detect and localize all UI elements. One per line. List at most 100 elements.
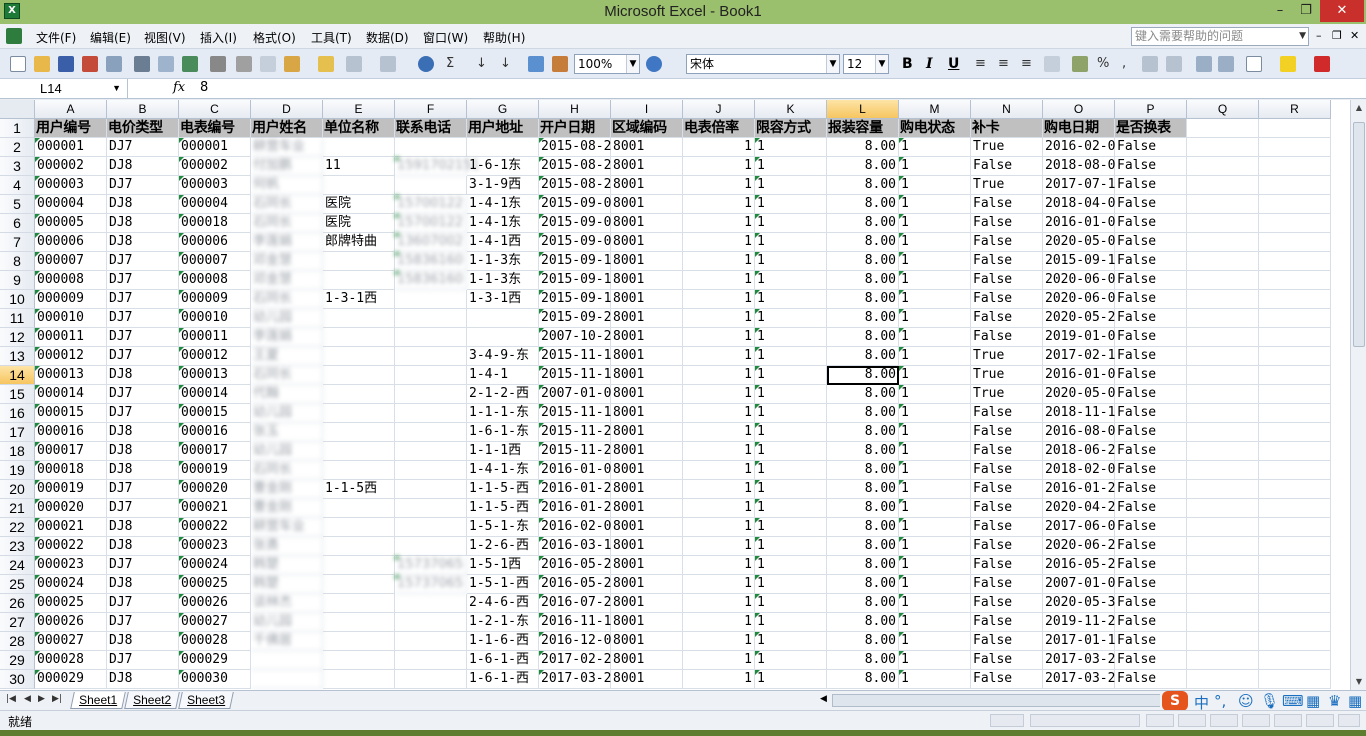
cell-a19[interactable]: 000018 bbox=[35, 461, 107, 480]
cell-i14[interactable]: 8001 bbox=[611, 366, 683, 385]
cell-n2[interactable]: True bbox=[971, 138, 1043, 157]
cell-b22[interactable]: DJ8 bbox=[107, 518, 179, 537]
cell-f3[interactable]: 1591702151 bbox=[395, 157, 480, 176]
decrease-decimal-icon[interactable] bbox=[1166, 56, 1182, 72]
menu-data[interactable]: 数据(D) bbox=[366, 29, 409, 46]
cell-l6[interactable]: 8.00 bbox=[827, 214, 899, 233]
cell-d16[interactable]: 幼儿园 bbox=[251, 404, 323, 423]
cell-b19[interactable]: DJ8 bbox=[107, 461, 179, 480]
cell-a18[interactable]: 000017 bbox=[35, 442, 107, 461]
cell-g18[interactable]: 1-1-1西 bbox=[467, 442, 539, 461]
cell-h27[interactable]: 2016-11-1 bbox=[539, 613, 611, 632]
cell-o1[interactable]: 购电日期 bbox=[1043, 119, 1115, 138]
cell-h24[interactable]: 2016-05-2 bbox=[539, 556, 611, 575]
cell-r10[interactable] bbox=[1259, 290, 1331, 309]
prev-sheet-icon[interactable]: ◀ bbox=[24, 694, 31, 704]
cell-c19[interactable]: 000019 bbox=[179, 461, 251, 480]
cell-k22[interactable]: 1 bbox=[755, 518, 827, 537]
cell-p26[interactable]: False bbox=[1115, 594, 1187, 613]
row-header-3[interactable]: 3 bbox=[0, 157, 35, 176]
cell-q17[interactable] bbox=[1187, 423, 1259, 442]
cell-o8[interactable]: 2015-09-1 bbox=[1043, 252, 1115, 271]
cell-i9[interactable]: 8001 bbox=[611, 271, 683, 290]
cell-c2[interactable]: 000001 bbox=[179, 138, 251, 157]
cell-q29[interactable] bbox=[1187, 651, 1259, 670]
cell-k19[interactable]: 1 bbox=[755, 461, 827, 480]
cell-i20[interactable]: 8001 bbox=[611, 480, 683, 499]
cell-c17[interactable]: 000016 bbox=[179, 423, 251, 442]
cell-j16[interactable]: 1 bbox=[683, 404, 755, 423]
cell-n19[interactable]: False bbox=[971, 461, 1043, 480]
cell-i18[interactable]: 8001 bbox=[611, 442, 683, 461]
cell-k20[interactable]: 1 bbox=[755, 480, 827, 499]
cell-e13[interactable] bbox=[323, 347, 395, 366]
cell-h12[interactable]: 2007-10-2 bbox=[539, 328, 611, 347]
align-center-icon[interactable]: ≡ bbox=[998, 56, 1009, 71]
cell-k30[interactable]: 1 bbox=[755, 670, 827, 689]
cell-r4[interactable] bbox=[1259, 176, 1331, 195]
cell-f14[interactable] bbox=[395, 366, 467, 385]
print-icon[interactable] bbox=[134, 56, 150, 72]
cell-f23[interactable] bbox=[395, 537, 467, 556]
cell-j29[interactable]: 1 bbox=[683, 651, 755, 670]
cell-a11[interactable]: 000010 bbox=[35, 309, 107, 328]
cell-g15[interactable]: 2-1-2-西 bbox=[467, 385, 539, 404]
cell-r11[interactable] bbox=[1259, 309, 1331, 328]
cell-f29[interactable] bbox=[395, 651, 467, 670]
cell-m21[interactable]: 1 bbox=[899, 499, 971, 518]
punctuation-icon[interactable]: °, bbox=[1214, 692, 1226, 710]
cell-c11[interactable]: 000010 bbox=[179, 309, 251, 328]
row-header-30[interactable]: 30 bbox=[0, 670, 35, 689]
cell-e11[interactable] bbox=[323, 309, 395, 328]
cell-f8[interactable]: 15836160 bbox=[395, 252, 467, 271]
cell-e26[interactable] bbox=[323, 594, 395, 613]
cell-h13[interactable]: 2015-11-1 bbox=[539, 347, 611, 366]
column-header-l[interactable]: L bbox=[827, 100, 899, 119]
cell-n15[interactable]: True bbox=[971, 385, 1043, 404]
cell-j5[interactable]: 1 bbox=[683, 195, 755, 214]
cell-q4[interactable] bbox=[1187, 176, 1259, 195]
cell-l8[interactable]: 8.00 bbox=[827, 252, 899, 271]
cell-k3[interactable]: 1 bbox=[755, 157, 827, 176]
cell-i2[interactable]: 8001 bbox=[611, 138, 683, 157]
cell-o15[interactable]: 2020-05-0 bbox=[1043, 385, 1115, 404]
cell-g6[interactable]: 1-4-1东 bbox=[467, 214, 539, 233]
row-header-2[interactable]: 2 bbox=[0, 138, 35, 157]
cell-h6[interactable]: 2015-09-0 bbox=[539, 214, 611, 233]
comma-button[interactable]: , bbox=[1122, 56, 1126, 71]
menu-insert[interactable]: 插入(I) bbox=[200, 29, 237, 46]
cell-e30[interactable] bbox=[323, 670, 395, 689]
cell-j23[interactable]: 1 bbox=[683, 537, 755, 556]
row-header-1[interactable]: 1 bbox=[0, 119, 35, 138]
row-header-26[interactable]: 26 bbox=[0, 594, 35, 613]
cell-q20[interactable] bbox=[1187, 480, 1259, 499]
cell-l27[interactable]: 8.00 bbox=[827, 613, 899, 632]
cell-m20[interactable]: 1 bbox=[899, 480, 971, 499]
cell-c27[interactable]: 000027 bbox=[179, 613, 251, 632]
cell-j14[interactable]: 1 bbox=[683, 366, 755, 385]
cell-n6[interactable]: False bbox=[971, 214, 1043, 233]
cell-b17[interactable]: DJ8 bbox=[107, 423, 179, 442]
sort-descending-icon[interactable]: ↓ bbox=[500, 56, 511, 71]
row-header-12[interactable]: 12 bbox=[0, 328, 35, 347]
cell-m12[interactable]: 1 bbox=[899, 328, 971, 347]
formula-input[interactable]: 8 bbox=[200, 80, 208, 95]
cell-a5[interactable]: 000004 bbox=[35, 195, 107, 214]
cell-o20[interactable]: 2016-01-2 bbox=[1043, 480, 1115, 499]
format-painter-icon[interactable] bbox=[318, 56, 334, 72]
sort-ascending-icon[interactable]: ↓ bbox=[476, 56, 487, 71]
cell-i21[interactable]: 8001 bbox=[611, 499, 683, 518]
cell-l23[interactable]: 8.00 bbox=[827, 537, 899, 556]
cell-j18[interactable]: 1 bbox=[683, 442, 755, 461]
select-all-button[interactable] bbox=[0, 100, 35, 119]
cell-o10[interactable]: 2020-06-0 bbox=[1043, 290, 1115, 309]
menu-help[interactable]: 帮助(H) bbox=[483, 29, 525, 46]
help-search-input[interactable]: 键入需要帮助的问题 ▼ bbox=[1131, 27, 1309, 46]
cell-k28[interactable]: 1 bbox=[755, 632, 827, 651]
cell-b5[interactable]: DJ8 bbox=[107, 195, 179, 214]
row-header-6[interactable]: 6 bbox=[0, 214, 35, 233]
cell-i1[interactable]: 区域编码 bbox=[611, 119, 683, 138]
cell-g11[interactable] bbox=[467, 309, 539, 328]
cell-b18[interactable]: DJ8 bbox=[107, 442, 179, 461]
cell-c10[interactable]: 000009 bbox=[179, 290, 251, 309]
